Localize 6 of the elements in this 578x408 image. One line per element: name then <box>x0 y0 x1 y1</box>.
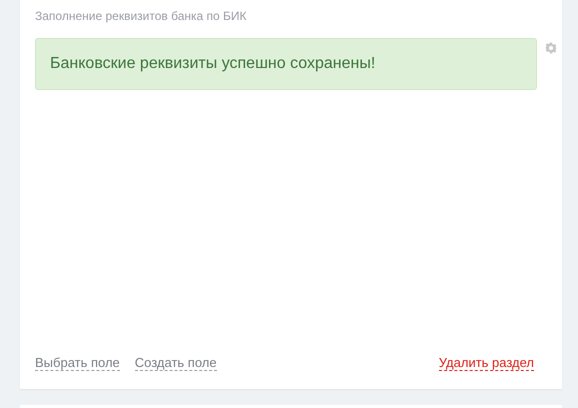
success-alert: Банковские реквизиты успешно сохранены! <box>35 38 537 90</box>
action-link[interactable]: Выбрать поле <box>35 355 120 371</box>
action-link[interactable]: Создать поле <box>134 355 217 371</box>
section-title: Заполнение реквизитов банка по БИК <box>35 8 248 25</box>
delete-link[interactable]: Удалить раздел <box>438 355 534 371</box>
settings-icon[interactable] <box>545 42 557 54</box>
